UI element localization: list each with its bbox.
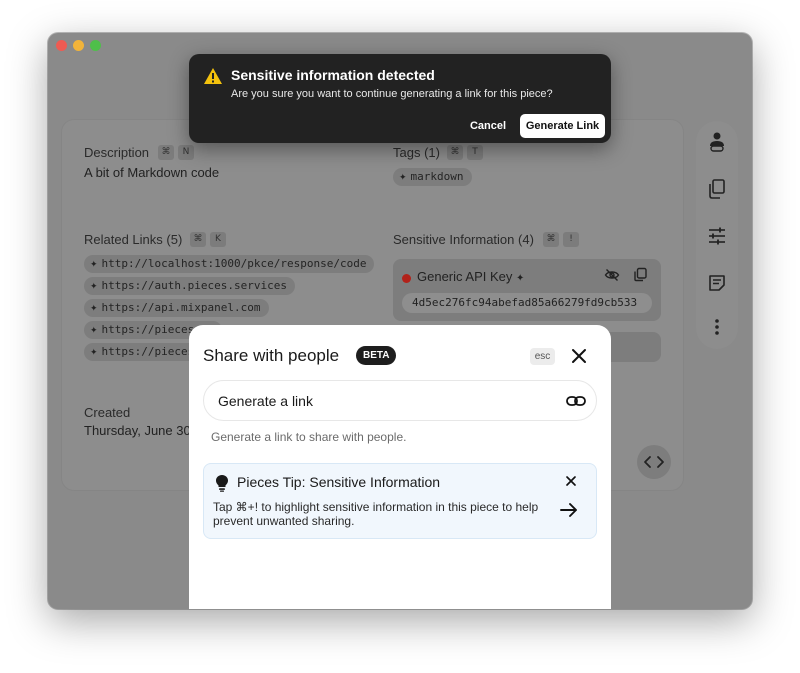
related-link-label: https://api.mixpanel.com — [101, 301, 261, 314]
dismiss-tip-button[interactable] — [564, 474, 578, 493]
notes-button[interactable] — [701, 267, 733, 299]
sparkle-icon: ✦ — [90, 282, 98, 292]
more-button[interactable] — [701, 311, 733, 343]
alert-message: Are you sure you want to continue genera… — [231, 88, 553, 100]
generate-link-row[interactable]: Generate a link — [203, 380, 597, 421]
copy-button[interactable] — [701, 173, 733, 205]
person-link-icon — [710, 132, 724, 152]
sensitive-info-label: Sensitive Information (4) — [393, 232, 534, 247]
generate-link-button[interactable]: Generate Link — [520, 114, 605, 138]
warning-icon — [203, 67, 223, 90]
sensitive-shortcut-cmd: ⌘ — [543, 232, 559, 247]
sliders-icon — [709, 227, 725, 245]
close-icon — [566, 476, 576, 486]
pieces-tip: Pieces Tip: Sensitive Information Tap ⌘+… — [203, 463, 597, 539]
tip-arrow-button[interactable] — [560, 502, 578, 523]
tag-label: markdown — [410, 170, 464, 183]
share-person-button[interactable] — [701, 126, 733, 158]
adjust-button[interactable] — [701, 220, 733, 252]
close-icon — [572, 349, 586, 363]
related-link-chip[interactable]: ✦ https://auth.pieces.services — [84, 277, 295, 295]
sensitive-info-alert: Sensitive information detected Are you s… — [189, 54, 611, 143]
action-rail — [696, 121, 738, 349]
sparkle-icon: ✦ — [90, 326, 98, 336]
generate-link-help: Generate a link to share with people. — [211, 430, 407, 444]
related-link-chip[interactable]: ✦ http://localhost:1000/pkce/response/cod… — [84, 255, 375, 273]
description-shortcut-key: N — [178, 145, 194, 160]
alert-title: Sensitive information detected — [231, 67, 435, 83]
sensitive-shortcut-key: ! — [563, 232, 579, 247]
tip-title: Pieces Tip: Sensitive Information — [237, 474, 441, 490]
sparkle-icon: ✦ — [90, 348, 98, 358]
related-shortcut-cmd: ⌘ — [190, 232, 206, 247]
close-window-button[interactable] — [56, 40, 67, 51]
lightbulb-icon — [215, 474, 229, 497]
tags-shortcut-cmd: ⌘ — [447, 145, 463, 160]
code-toggle-button[interactable] — [637, 445, 671, 479]
description-label: Description — [84, 145, 150, 160]
minimize-window-button[interactable] — [73, 40, 84, 51]
description-value[interactable]: A bit of Markdown code — [84, 165, 219, 180]
beta-badge: BETA — [356, 346, 397, 365]
tip-body: Tap ⌘+! to highlight sensitive informati… — [213, 500, 539, 528]
related-link-chip[interactable]: ✦ https://api.mixpanel.com — [84, 299, 269, 317]
description-shortcut-cmd: ⌘ — [158, 145, 174, 160]
app-window: Description ⌘ N A bit of Markdown code T… — [48, 33, 752, 609]
more-vertical-icon — [715, 319, 719, 335]
sensitive-item-title: Generic API Key ✦ — [417, 269, 525, 284]
sparkle-icon: ✦ — [90, 304, 98, 314]
esc-hint: esc — [530, 348, 555, 365]
note-icon — [709, 275, 725, 291]
sensitive-item[interactable]: Generic API Key ✦ 4d5ec276fc94abefad85a6… — [393, 259, 661, 321]
cancel-button[interactable]: Cancel — [461, 114, 515, 138]
severity-dot — [402, 274, 411, 283]
copy-icon — [709, 179, 725, 199]
close-modal-button[interactable] — [568, 345, 590, 367]
tag-chip[interactable]: ✦ markdown — [393, 168, 472, 186]
copy-icon[interactable] — [633, 267, 648, 287]
share-title: Share with people — [203, 346, 340, 365]
arrow-right-icon — [560, 503, 577, 517]
related-link-label: https://auth.pieces.services — [101, 279, 287, 292]
related-shortcut-key: K — [210, 232, 226, 247]
created-value: Thursday, June 30 — [84, 423, 191, 438]
link-icon — [566, 392, 586, 415]
sparkle-icon: ✦ — [399, 173, 407, 183]
tags-label: Tags (1) — [393, 145, 440, 160]
hide-eye-icon[interactable] — [604, 267, 620, 288]
code-icon — [644, 456, 664, 468]
sparkle-icon: ✦ — [516, 273, 525, 284]
generate-link-label: Generate a link — [218, 393, 313, 409]
zoom-window-button[interactable] — [90, 40, 101, 51]
sparkle-icon: ✦ — [90, 260, 98, 270]
related-link-label: http://localhost:1000/pkce/response/code — [101, 257, 367, 270]
related-links-label: Related Links (5) — [84, 232, 183, 247]
created-label: Created — [84, 405, 131, 420]
sensitive-item-value: 4d5ec276fc94abefad85a66279fd9cb533 — [402, 293, 652, 313]
share-modal: Share with people BETA esc Generate a li… — [189, 325, 611, 609]
tags-shortcut-key: T — [467, 145, 483, 160]
